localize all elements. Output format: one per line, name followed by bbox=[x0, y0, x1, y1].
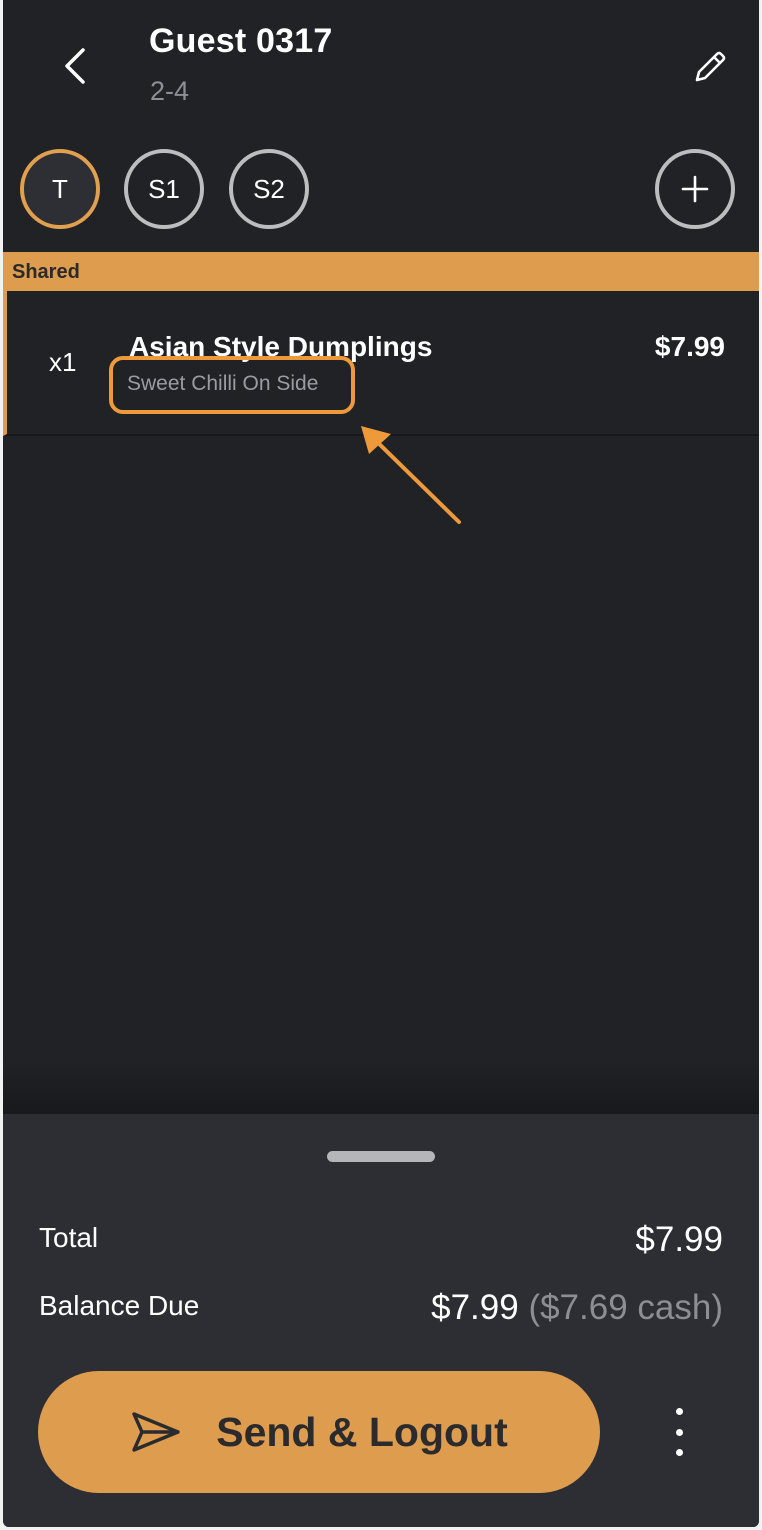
item-name: Asian Style Dumplings bbox=[129, 331, 433, 362]
pencil-icon bbox=[695, 51, 726, 82]
item-modifier: Sweet Chilli On Side bbox=[127, 372, 319, 395]
add-seat-button[interactable] bbox=[655, 149, 735, 229]
plus-icon bbox=[681, 175, 709, 203]
more-vertical-icon-dot bbox=[675, 1428, 683, 1436]
total-value: $7.99 bbox=[635, 1220, 723, 1259]
back-button[interactable] bbox=[49, 38, 101, 94]
balance-cash-value: ($7.69 cash) bbox=[528, 1288, 723, 1327]
page-subtitle: 2-4 bbox=[150, 76, 190, 106]
section-header-shared: Shared bbox=[3, 252, 759, 291]
order-item-row[interactable]: x1 Asian Style Dumplings $7.99 Sweet Chi… bbox=[3, 291, 759, 436]
send-logout-label: Send & Logout bbox=[216, 1408, 508, 1455]
chevron-left-icon bbox=[65, 48, 85, 84]
item-quantity: x1 bbox=[49, 347, 77, 377]
drag-handle[interactable] bbox=[327, 1151, 435, 1162]
more-vertical-icon bbox=[675, 1408, 683, 1415]
seat-chip-t[interactable]: T bbox=[20, 149, 100, 229]
total-label: Total bbox=[39, 1222, 99, 1253]
edit-button[interactable] bbox=[683, 40, 737, 94]
balance-due-label: Balance Due bbox=[39, 1290, 200, 1321]
more-vertical-icon-dot bbox=[675, 1449, 683, 1456]
balance-due: $7.99 ($7.69 cash) bbox=[431, 1288, 723, 1328]
summary-panel: Total $7.99 Balance Due $7.99 ($7.69 cas… bbox=[3, 1114, 759, 1527]
send-logout-button[interactable]: Send & Logout bbox=[38, 1371, 600, 1493]
section-label: Shared bbox=[12, 261, 80, 283]
screen: Guest 0317 2-4 T S1 S2 Shared x1 Asian S… bbox=[3, 0, 759, 1527]
page-title: Guest 0317 bbox=[149, 22, 333, 60]
seat-chip-s1[interactable]: S1 bbox=[124, 149, 204, 229]
send-icon bbox=[130, 1410, 182, 1454]
seat-chip-s2[interactable]: S2 bbox=[229, 149, 309, 229]
more-options-button[interactable] bbox=[659, 1404, 699, 1460]
list-fade bbox=[3, 1060, 759, 1114]
balance-due-value: $7.99 bbox=[431, 1288, 519, 1327]
item-price: $7.99 bbox=[654, 331, 725, 362]
